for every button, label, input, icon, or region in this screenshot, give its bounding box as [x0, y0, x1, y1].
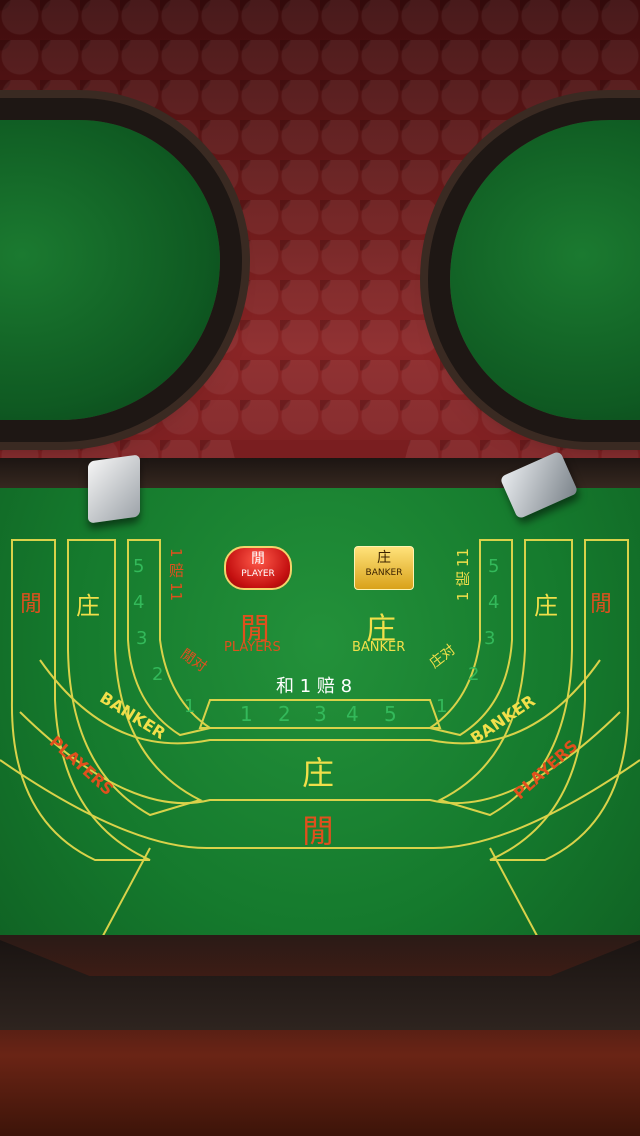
players-pair-label: PLAYERS: [224, 640, 281, 655]
banker-bet-button[interactable]: 庄 BANKER: [354, 546, 414, 590]
right-outer-player-symbol[interactable]: 閒: [590, 586, 612, 618]
right-inner-banker-symbol[interactable]: 庄: [534, 586, 558, 621]
right-number-3[interactable]: 3: [484, 628, 495, 649]
table-rail-bottom: [0, 935, 640, 1136]
banker-button-symbol: 庄: [377, 550, 391, 566]
left-number-2[interactable]: 2: [152, 664, 163, 685]
tie-number-3[interactable]: 3: [314, 702, 327, 726]
left-number-1[interactable]: 1: [184, 696, 195, 717]
left-number-3[interactable]: 3: [136, 628, 147, 649]
left-number-5[interactable]: 5: [133, 556, 144, 577]
main-banker-bet-symbol[interactable]: 庄: [302, 748, 334, 794]
card-discard-box: [88, 454, 140, 524]
tie-number-4[interactable]: 4: [346, 702, 359, 726]
right-number-5[interactable]: 5: [488, 556, 499, 577]
banker-button-label: BANKER: [365, 568, 403, 578]
tie-number-1[interactable]: 1: [240, 702, 253, 726]
banker-pair-label: BANKER: [352, 640, 406, 655]
left-number-4[interactable]: 4: [133, 592, 144, 613]
player-bet-button[interactable]: 閒 PLAYER: [224, 546, 292, 590]
right-number-2[interactable]: 2: [468, 664, 479, 685]
right-odds: 1 赔 11: [454, 548, 472, 602]
right-number-4[interactable]: 4: [488, 592, 499, 613]
left-outer-player-symbol[interactable]: 閒: [20, 586, 42, 618]
tie-number-5[interactable]: 5: [384, 702, 397, 726]
tie-number-2[interactable]: 2: [278, 702, 291, 726]
player-button-symbol: 閒: [251, 551, 265, 567]
right-number-1[interactable]: 1: [436, 696, 447, 717]
tie-odds-text: 和 1 赔 8: [276, 676, 353, 697]
player-button-label: PLAYER: [241, 569, 275, 579]
main-player-bet-symbol[interactable]: 閒: [302, 806, 334, 852]
left-inner-banker-symbol[interactable]: 庄: [76, 586, 100, 621]
left-odds: 1 赔 11: [167, 548, 185, 602]
